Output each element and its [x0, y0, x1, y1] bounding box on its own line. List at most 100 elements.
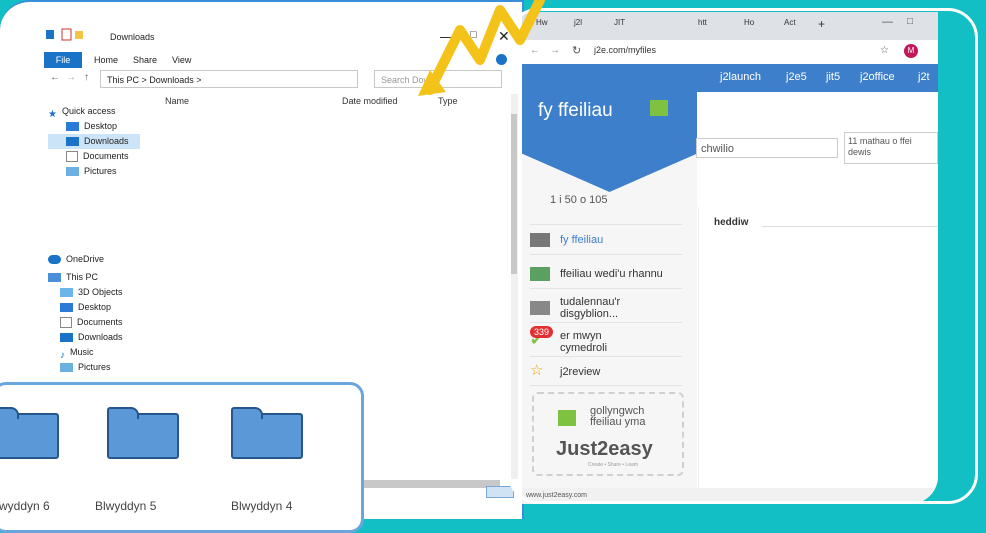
nav-this-pc[interactable]: This PC	[48, 270, 140, 285]
star-icon[interactable]: ☆	[880, 45, 889, 56]
reload-icon[interactable]: ↻	[572, 44, 581, 57]
brand-logo: Just2easy	[556, 438, 653, 460]
nav-pc-downloads[interactable]: Downloads	[48, 330, 140, 345]
nav-quick-access[interactable]: ★ Quick access	[48, 104, 140, 121]
folder-tab	[107, 407, 139, 419]
new-tab-icon[interactable]: +	[818, 17, 825, 31]
folder-icon[interactable]	[231, 407, 303, 459]
pictures-icon	[60, 363, 73, 373]
pages-icon	[530, 300, 550, 315]
heading-divider	[762, 226, 938, 227]
folder-icon	[530, 233, 550, 247]
search-input[interactable]: chwilio	[696, 138, 838, 158]
link-jit5[interactable]: jit5	[826, 71, 840, 83]
address-bar[interactable]: ← → ↻ j2e.com/myfiles ☆ M	[522, 40, 938, 65]
quick-access-toolbar-icons[interactable]	[44, 28, 84, 42]
desktop-icon	[66, 122, 79, 132]
menu-moderation[interactable]: ✔ er mwyn cymedroli	[530, 322, 682, 356]
menu-shared-files[interactable]: ffeiliau wedi'u rhannu	[530, 254, 682, 288]
column-date-modified[interactable]: Date modified	[342, 96, 398, 106]
menu-label: tudalennau'r disgyblion...	[560, 295, 621, 320]
navigation-pane-lower: OneDrive This PC 3D Objects Desktop Docu…	[48, 252, 140, 375]
tab-share[interactable]: Share	[133, 52, 157, 68]
moderation-count-badge: 339	[530, 326, 554, 338]
download-icon	[60, 333, 73, 343]
browser-window: Hw j2l JIT htt Ho Act + — □ ← → ↻ j2e.co…	[522, 12, 938, 504]
nav-onedrive[interactable]: OneDrive	[48, 252, 140, 267]
browser-tab[interactable]: htt	[698, 18, 707, 27]
url-text[interactable]: j2e.com/myfiles	[594, 45, 656, 55]
link-j2e5[interactable]: j2e5	[786, 71, 807, 83]
browser-tab[interactable]: j2l	[574, 18, 582, 27]
avatar[interactable]: M	[904, 44, 918, 58]
nav-desktop[interactable]: Desktop	[48, 119, 140, 134]
link-j2launch[interactable]: j2launch	[720, 71, 761, 83]
nav-downloads[interactable]: Downloads	[48, 134, 140, 149]
tab-file[interactable]: File	[44, 52, 82, 68]
nav-label: Music	[70, 347, 94, 357]
up-arrow-icon[interactable]: ↑	[84, 72, 89, 83]
nav-documents[interactable]: Documents	[48, 149, 140, 164]
file-drop-zone[interactable]: gollyngwch ffeiliau yma Just2easy Create…	[532, 392, 684, 476]
maximize-icon[interactable]: □	[907, 16, 913, 27]
address-bar[interactable]: This PC > Downloads >	[100, 70, 358, 88]
tab-view[interactable]: View	[172, 52, 191, 68]
box-download-icon	[650, 100, 668, 116]
star-icon: ★	[48, 109, 57, 121]
browser-tab[interactable]: Ho	[744, 18, 754, 27]
brand-tagline: Create • Share • Learn	[588, 462, 639, 468]
folder-label[interactable]: Blwyddyn 4	[231, 499, 292, 513]
scrollbar-thumb[interactable]	[509, 114, 517, 274]
menu-label: er mwyn cymedroli	[560, 329, 608, 354]
file-type-filter[interactable]: 11 mathau o ffei dewis	[844, 132, 938, 164]
window-title: Downloads	[110, 32, 155, 42]
nav-label: OneDrive	[66, 254, 105, 264]
desktop-icon	[60, 303, 73, 313]
star-icon: ☆	[530, 362, 544, 379]
yellow-arrow-icon	[418, 0, 545, 96]
nav-label: Documents	[77, 317, 123, 327]
nav-3d-objects[interactable]: 3D Objects	[48, 285, 140, 300]
column-name[interactable]: Name	[165, 96, 189, 106]
back-arrow-icon[interactable]: ←	[50, 72, 60, 83]
folder-icon[interactable]	[107, 407, 179, 459]
menu-pupil-pages[interactable]: tudalennau'r disgyblion...	[530, 288, 682, 322]
folder-label[interactable]: Blwyddyn 5	[95, 499, 156, 513]
nav-pc-desktop[interactable]: Desktop	[48, 300, 140, 315]
nav-pc-music[interactable]: ♪ Music	[48, 345, 140, 362]
nav-label: Pictures	[84, 166, 117, 176]
browser-tab[interactable]: JIT	[614, 18, 625, 27]
computer-icon	[48, 273, 61, 283]
view-toggle-icon[interactable]	[486, 486, 514, 498]
status-bar: www.just2easy.com	[522, 488, 938, 504]
menu-label: j2review	[560, 365, 601, 378]
nav-label: Desktop	[78, 302, 112, 312]
folder-label[interactable]: wyddyn 6	[0, 499, 50, 513]
status-url: www.just2easy.com	[526, 492, 587, 499]
folder-icon[interactable]	[0, 407, 59, 459]
forward-arrow-icon[interactable]: →	[66, 72, 76, 83]
menu-j2review[interactable]: ☆ j2review	[530, 356, 682, 386]
folder-tab	[231, 407, 263, 419]
menu-my-files[interactable]: fy ffeiliau	[530, 224, 682, 254]
nav-label: Pictures	[78, 362, 111, 372]
nav-pc-documents[interactable]: Documents	[48, 315, 140, 330]
browser-tab[interactable]: Act	[784, 18, 796, 27]
document-icon	[60, 317, 72, 329]
dropzone-label: gollyngwch ffeiliau yma	[590, 405, 646, 428]
menu-label: fy ffeiliau	[560, 233, 604, 246]
link-j2t[interactable]: j2t	[918, 71, 930, 83]
nav-label: 3D Objects	[78, 287, 123, 297]
browser-tab-strip: Hw j2l JIT htt Ho Act + — □	[522, 12, 938, 40]
folders-overlay: wyddyn 6 Blwyddyn 5 Blwyddyn 4	[0, 382, 364, 533]
cube-icon	[60, 288, 73, 298]
nav-pc-pictures[interactable]: Pictures	[48, 360, 140, 375]
music-icon: ♪	[60, 350, 65, 362]
download-icon	[66, 137, 79, 147]
link-j2office[interactable]: j2office	[860, 71, 895, 83]
minimize-icon[interactable]: —	[882, 16, 893, 28]
horizontal-scrollbar[interactable]	[360, 480, 500, 488]
nav-pictures[interactable]: Pictures	[48, 164, 140, 179]
tab-home[interactable]: Home	[94, 52, 118, 68]
box-download-icon	[558, 410, 576, 426]
